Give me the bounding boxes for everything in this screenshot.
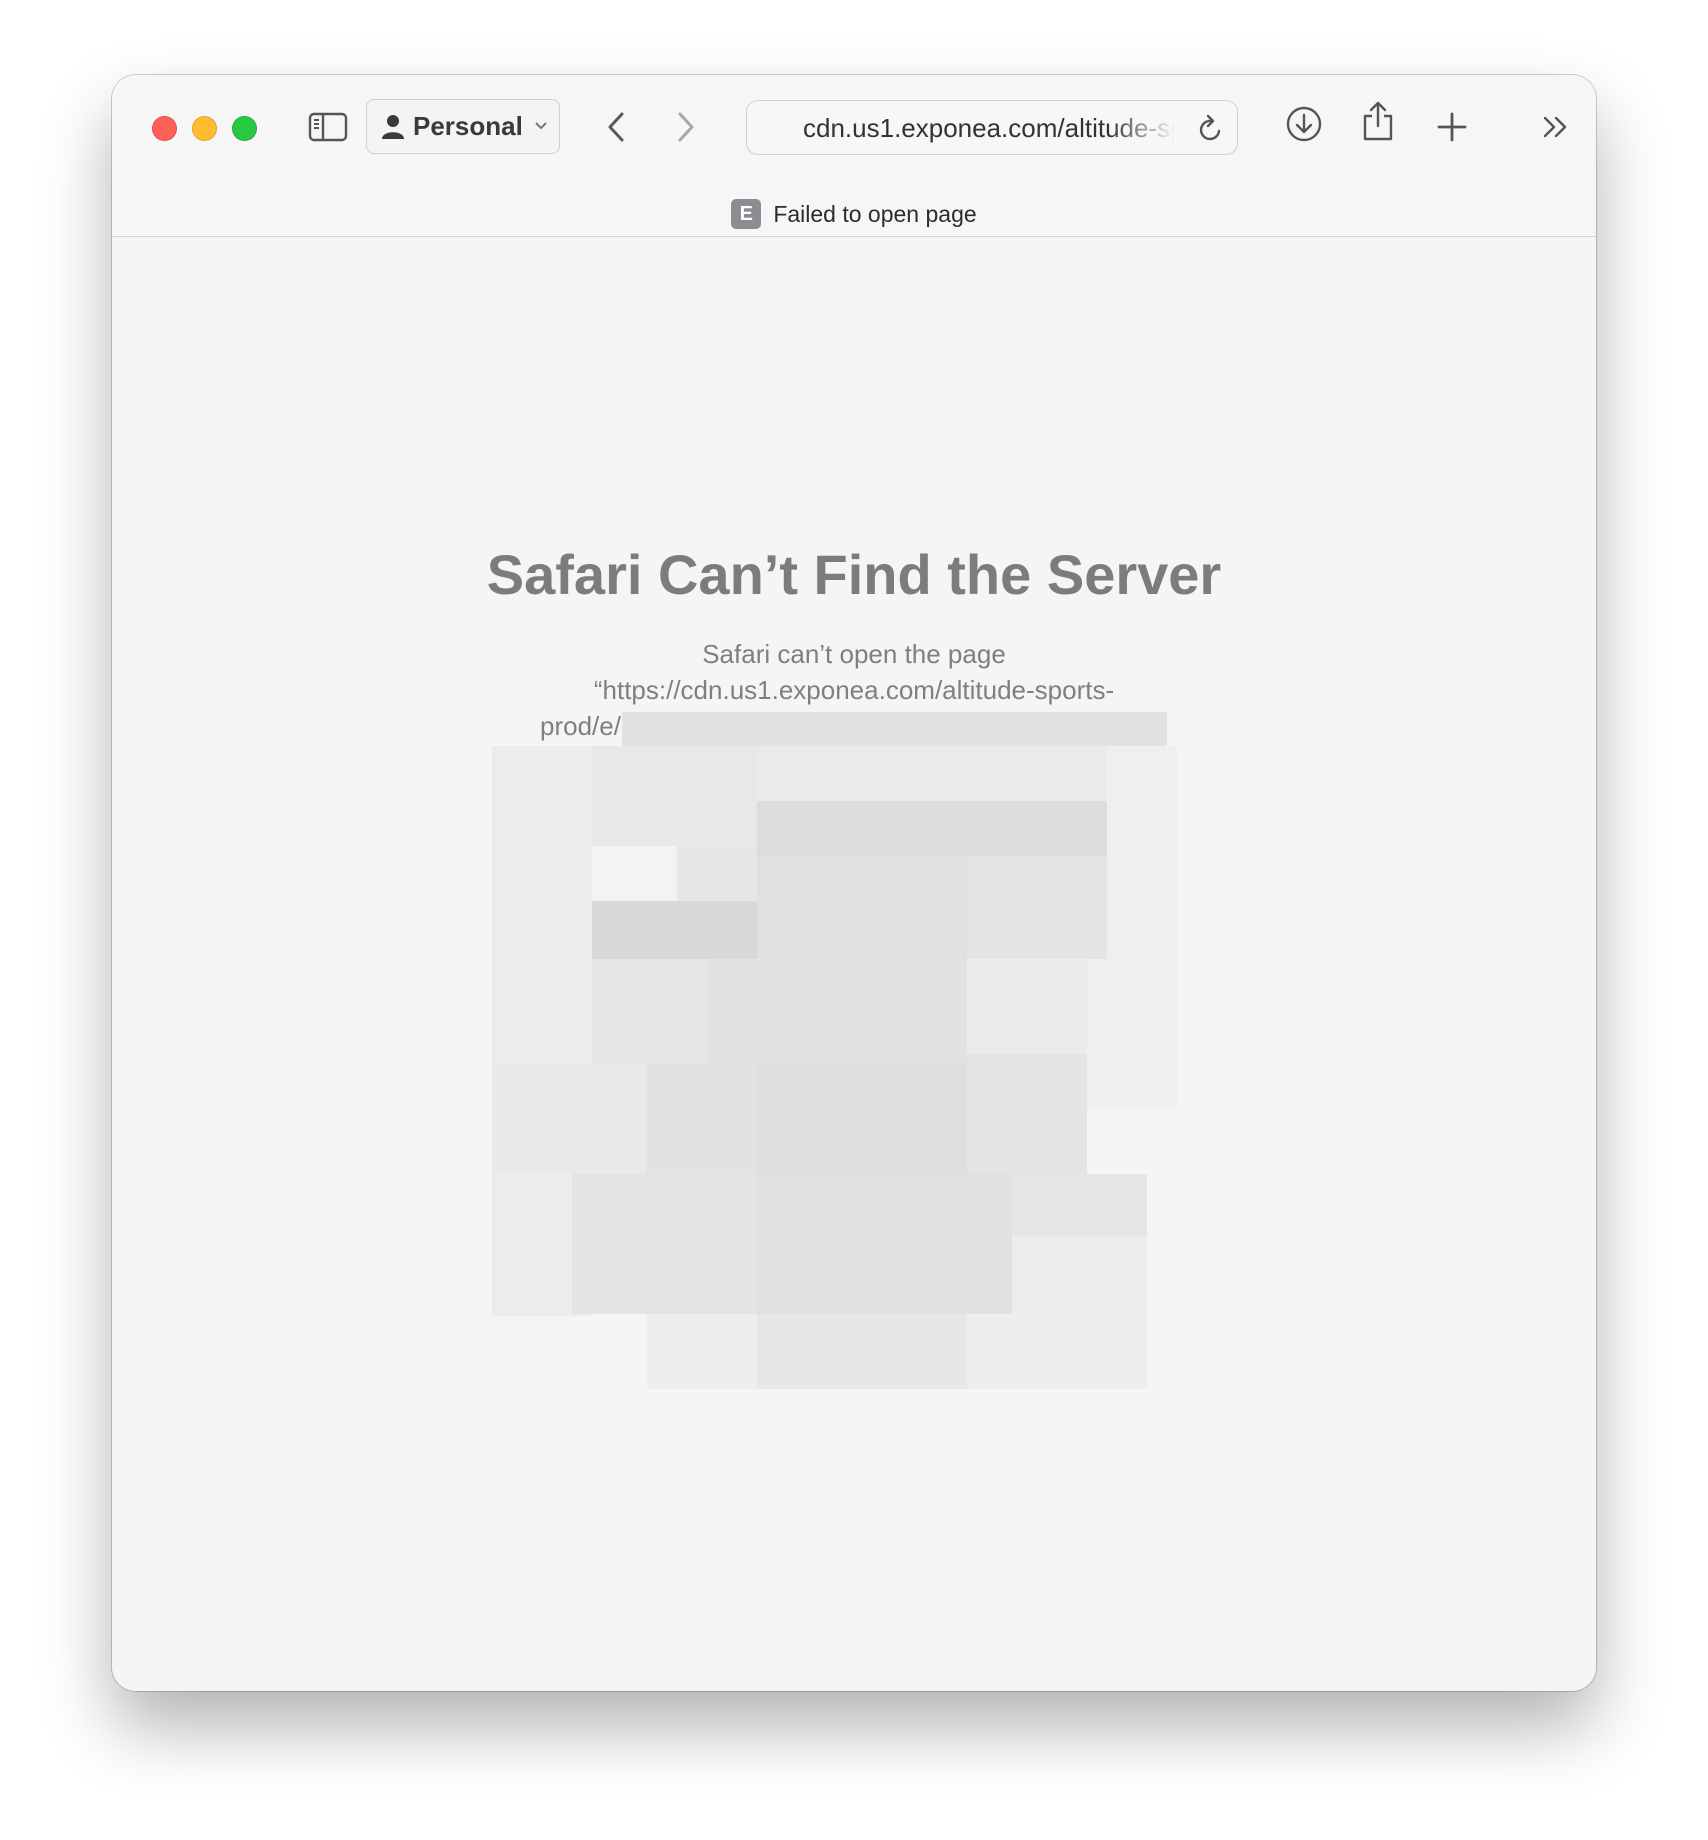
downloads-button[interactable] [1282, 102, 1326, 146]
person-icon [382, 114, 404, 139]
chevron-right-icon [678, 112, 694, 142]
sidebar-icon [308, 112, 348, 142]
error-message-line-2: “https://cdn.us1.exponea.com/altitude-sp… [593, 675, 1115, 705]
chevron-left-icon [608, 112, 624, 142]
site-favicon: E [731, 199, 762, 229]
address-bar[interactable]: cdn.us1.exponea.com/altitude-sports-prod… [746, 100, 1238, 155]
close-window-button[interactable] [152, 116, 177, 141]
profile-label: Personal [413, 111, 523, 141]
reload-icon[interactable] [1197, 114, 1225, 144]
error-message-line-1: Safari can’t open the page [702, 639, 1006, 669]
forward-button[interactable] [664, 105, 708, 149]
chevron-down-icon [535, 122, 547, 130]
share-icon [1363, 101, 1393, 141]
url-text: cdn.us1.exponea.com/altitude-sports-prod… [803, 113, 1175, 143]
new-tab-button[interactable] [1430, 105, 1474, 149]
sidebar-toggle-button[interactable] [306, 109, 350, 145]
double-chevron-icon [1543, 116, 1567, 138]
error-title: Safari Can’t Find the Server [486, 543, 1222, 606]
error-message-line-3: prod/e/ [540, 711, 621, 741]
back-button[interactable] [594, 105, 638, 149]
minimize-window-button[interactable] [192, 116, 217, 141]
tab-item[interactable]: E Failed to open page [112, 192, 1596, 236]
maximize-window-button[interactable] [232, 116, 257, 141]
safari-window: Personal cdn.us1.exponea.com/altitude-sp… [112, 75, 1596, 1691]
download-icon [1286, 106, 1322, 142]
profile-button[interactable]: Personal [366, 99, 560, 154]
toolbar: Personal cdn.us1.exponea.com/altitude-sp… [112, 75, 1596, 237]
share-button[interactable] [1356, 97, 1400, 145]
tab-overview-button[interactable] [1536, 107, 1576, 147]
page-content: Safari Can’t Find the Server Safari can’… [112, 237, 1596, 1691]
plus-icon [1437, 112, 1467, 142]
tab-title: Failed to open page [773, 200, 977, 227]
